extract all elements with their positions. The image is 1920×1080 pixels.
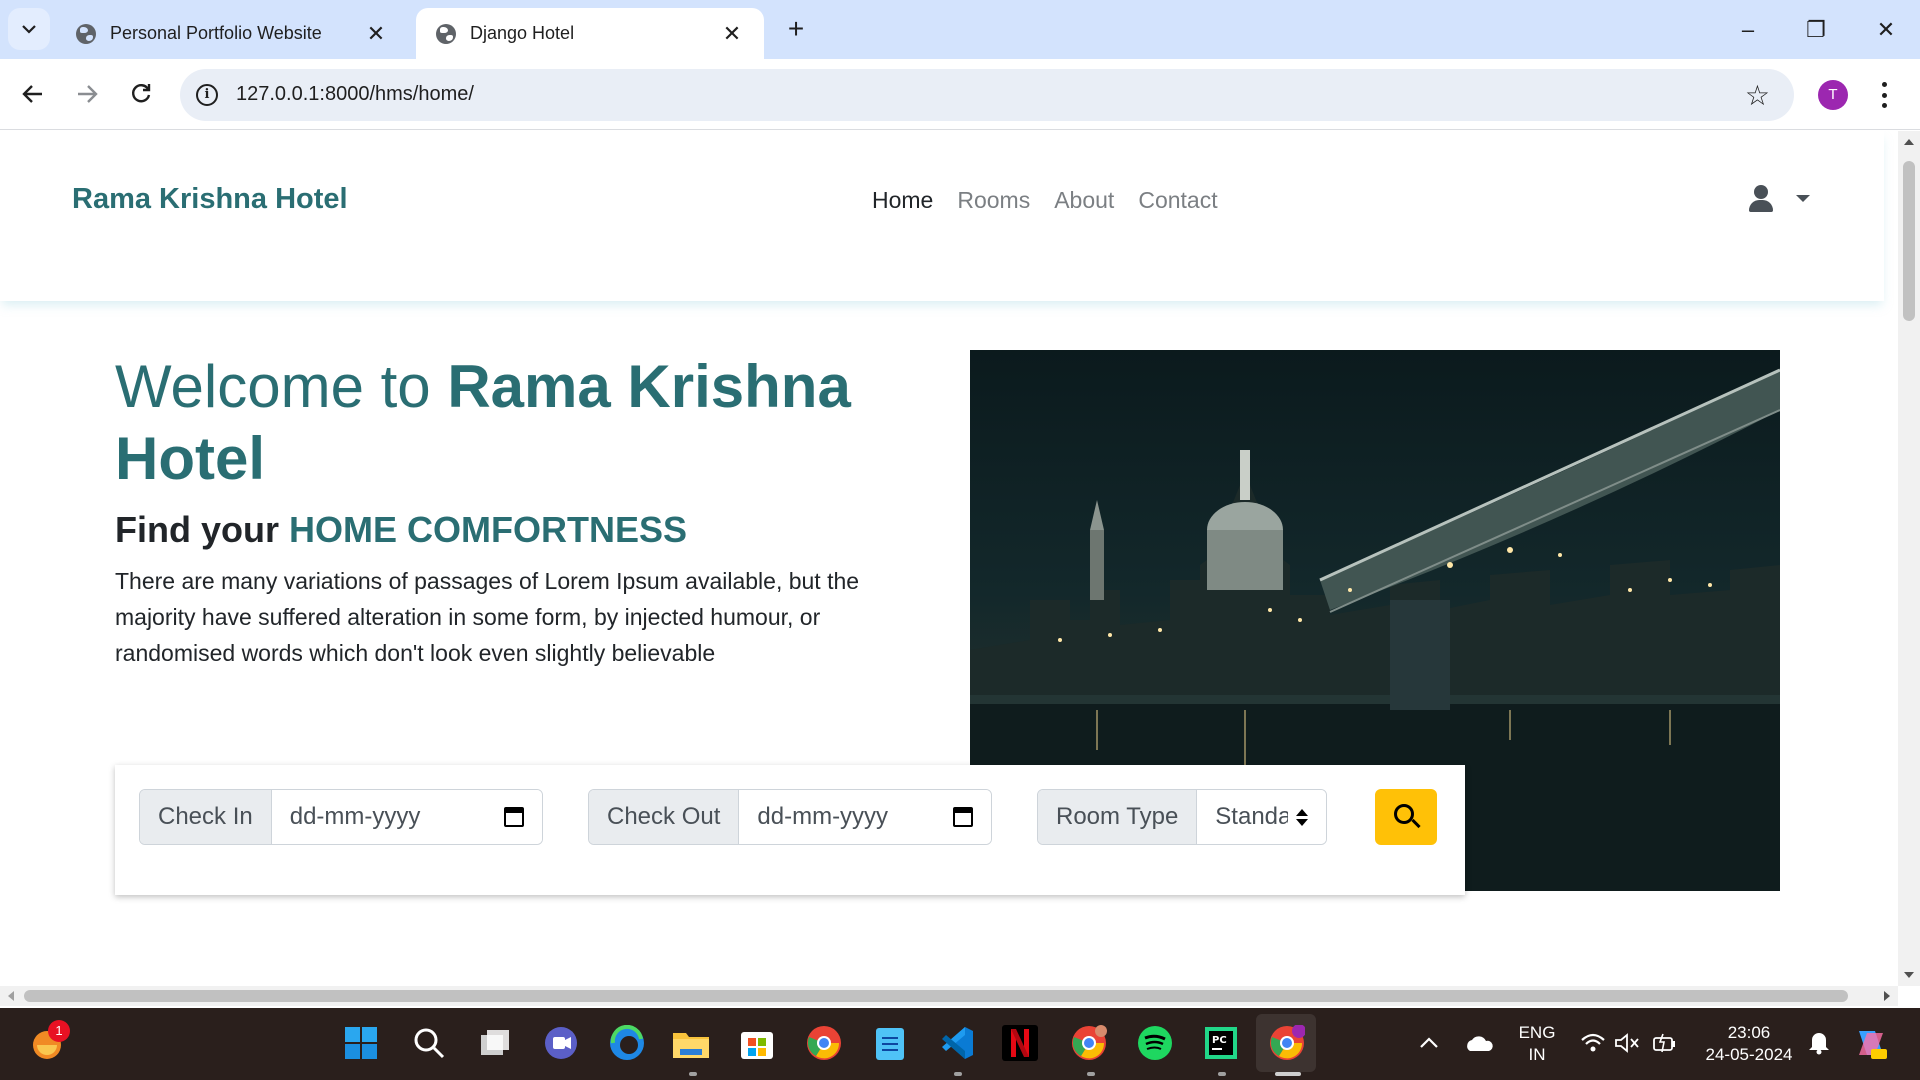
browser-menu-icon[interactable] — [1874, 77, 1894, 113]
page-viewport: Rama Krishna Hotel Home Rooms About Cont… — [0, 131, 1898, 986]
clock-date: 24-05-2024 — [1705, 1045, 1793, 1064]
back-button[interactable] — [12, 73, 54, 115]
info-icon[interactable]: i — [196, 84, 218, 106]
language-indicator[interactable]: ENG IN — [1512, 1022, 1562, 1066]
pycharm-icon[interactable]: PC — [1200, 1022, 1242, 1064]
calendar-icon[interactable] — [504, 807, 524, 827]
battery-charging-icon[interactable] — [1644, 1022, 1686, 1064]
netflix-icon[interactable] — [1002, 1025, 1038, 1061]
notepad-icon[interactable] — [869, 1022, 911, 1064]
tab-django-hotel[interactable]: Django Hotel ✕ — [416, 8, 764, 59]
arrow-right-icon — [78, 85, 98, 103]
globe-icon — [436, 23, 456, 44]
nav-link-contact[interactable]: Contact — [1138, 187, 1217, 214]
close-icon[interactable]: ✕ — [720, 21, 744, 47]
chrome-active-icon[interactable] — [1266, 1022, 1308, 1064]
scroll-left-icon[interactable] — [8, 991, 14, 1001]
task-view-icon[interactable] — [474, 1022, 516, 1064]
scroll-right-icon[interactable] — [1884, 991, 1890, 1001]
taskbar: 1 PC ENG IN 23:06 24-05-2024 — [0, 1008, 1920, 1080]
site-navbar: Rama Krishna Hotel Home Rooms About Cont… — [0, 131, 1884, 301]
language-line1: ENG — [1518, 1023, 1556, 1042]
hero-description: There are many variations of passages of… — [115, 568, 860, 666]
globe-icon — [76, 23, 96, 44]
hero-subtitle: Find your HOME COMFORTNESS — [115, 509, 687, 551]
onedrive-cloud-icon[interactable] — [1458, 1022, 1500, 1064]
check-in-label: Check In — [140, 790, 272, 844]
tab-title: Personal Portfolio Website — [110, 23, 322, 43]
scrollbar-thumb[interactable] — [1903, 161, 1915, 321]
select-arrows-icon — [1296, 808, 1308, 826]
hero-title: Welcome to Rama Krishna Hotel — [115, 351, 935, 495]
user-icon[interactable] — [1748, 185, 1774, 213]
room-type-select[interactable]: Standaı — [1197, 790, 1326, 844]
spotify-icon[interactable] — [1134, 1022, 1176, 1064]
window-close-button[interactable]: ✕ — [1866, 12, 1906, 48]
search-button[interactable] — [1375, 789, 1437, 845]
notification-badge: 1 — [48, 1020, 70, 1042]
search-icon[interactable] — [408, 1022, 450, 1064]
hero-subtitle-prefix: Find your — [115, 509, 289, 550]
clock[interactable]: 23:06 24-05-2024 — [1694, 1022, 1804, 1066]
profile-avatar[interactable]: T — [1818, 80, 1848, 110]
tab-personal-portfolio[interactable]: Personal Portfolio Website ✕ — [56, 8, 408, 59]
nav-link-about[interactable]: About — [1054, 187, 1114, 214]
nav-link-rooms[interactable]: Rooms — [957, 187, 1030, 214]
show-hidden-icons-icon[interactable] — [1408, 1022, 1450, 1064]
check-out-date-input[interactable]: dd-mm-yyyy — [739, 790, 991, 844]
reload-icon — [132, 84, 151, 103]
minimize-button[interactable]: – — [1728, 12, 1768, 48]
nav-links: Home Rooms About Contact — [872, 187, 1218, 214]
horizontal-scrollbar[interactable] — [0, 986, 1898, 1006]
booking-form: Check In dd-mm-yyyy Check Out dd-mm-yyyy… — [115, 765, 1465, 895]
bookmark-star-icon[interactable]: ☆ — [1745, 79, 1770, 112]
hero-title-prefix: Welcome to — [115, 353, 448, 420]
caret-down-icon[interactable] — [1796, 195, 1810, 202]
reload-button[interactable] — [120, 73, 162, 115]
room-type-label: Room Type — [1038, 790, 1198, 844]
tab-search-button[interactable] — [8, 8, 50, 50]
teams-chat-icon[interactable] — [540, 1022, 582, 1064]
chevron-down-icon — [22, 25, 36, 34]
vscode-icon[interactable] — [936, 1022, 978, 1064]
browser-toolbar: i 127.0.0.1:8000/hms/home/ ☆ T — [0, 59, 1920, 130]
svg-text:PC: PC — [1212, 1035, 1227, 1046]
check-in-group: Check In dd-mm-yyyy — [139, 789, 543, 845]
calendar-icon[interactable] — [953, 807, 973, 827]
scroll-up-icon[interactable] — [1904, 139, 1914, 145]
vertical-scrollbar[interactable] — [1898, 131, 1920, 986]
tab-strip: Personal Portfolio Website ✕ Django Hote… — [0, 0, 1920, 59]
close-icon[interactable]: ✕ — [364, 21, 388, 47]
check-out-label: Check Out — [589, 790, 740, 844]
microsoft-store-icon[interactable] — [736, 1022, 778, 1064]
windows-start-icon[interactable] — [340, 1022, 382, 1064]
check-out-placeholder: dd-mm-yyyy — [757, 803, 889, 830]
address-bar[interactable]: i 127.0.0.1:8000/hms/home/ ☆ — [180, 69, 1794, 121]
clock-time: 23:06 — [1727, 1023, 1771, 1042]
volume-muted-icon[interactable] — [1606, 1022, 1648, 1064]
room-type-value: Standaı — [1215, 803, 1288, 830]
hero-subtitle-highlight: HOME COMFORTNESS — [289, 509, 688, 550]
chrome-app-icon[interactable] — [803, 1022, 845, 1064]
notification-bell-icon[interactable] — [1798, 1022, 1840, 1064]
language-line2: IN — [1528, 1045, 1546, 1064]
file-explorer-icon[interactable] — [670, 1022, 712, 1064]
edge-browser-icon[interactable] — [606, 1022, 648, 1064]
forward-button[interactable] — [66, 73, 108, 115]
check-in-date-input[interactable]: dd-mm-yyyy — [271, 790, 542, 844]
copilot-icon[interactable] — [1850, 1022, 1892, 1064]
room-type-group: Room Type Standaı — [1037, 789, 1327, 845]
arrow-left-icon — [22, 85, 42, 103]
url-text[interactable]: 127.0.0.1:8000/hms/home/ — [236, 83, 474, 106]
scroll-down-icon[interactable] — [1904, 972, 1914, 978]
chrome-profile-icon[interactable] — [1068, 1022, 1110, 1064]
nav-link-home[interactable]: Home — [872, 187, 933, 214]
tab-title: Django Hotel — [470, 23, 575, 43]
check-out-group: Check Out dd-mm-yyyy — [588, 789, 992, 845]
scrollbar-thumb[interactable] — [24, 990, 1848, 1002]
site-brand[interactable]: Rama Krishna Hotel — [72, 183, 348, 216]
restore-button[interactable]: ❐ — [1796, 12, 1836, 48]
check-in-placeholder: dd-mm-yyyy — [289, 803, 421, 830]
new-tab-button[interactable]: + — [778, 12, 814, 48]
